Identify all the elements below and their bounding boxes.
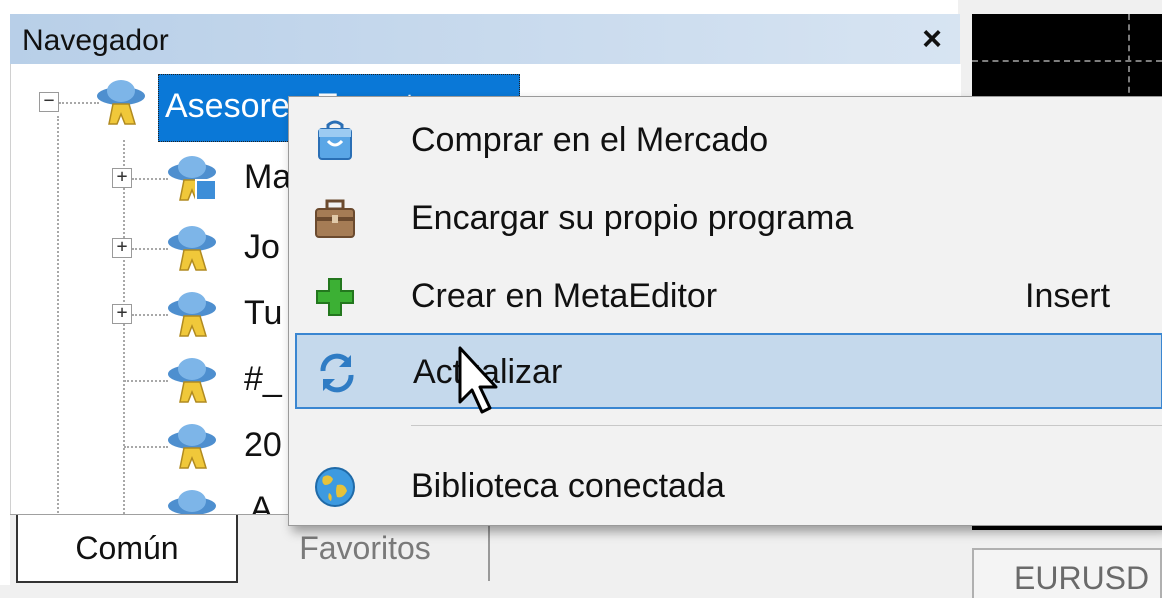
menu-item-label: Crear en MetaEditor (411, 277, 718, 315)
briefcase-icon (315, 199, 355, 238)
context-menu: Comprar en el Mercado Encargar su propio… (288, 96, 1162, 526)
tree-connector (132, 314, 168, 316)
tree-item-label: 20 (244, 426, 282, 464)
tree-connector (132, 248, 168, 250)
expert-advisor-icon (168, 292, 216, 337)
menu-item-encargar[interactable]: Encargar su propio programa (289, 181, 1162, 257)
collapse-icon[interactable]: − (39, 92, 59, 112)
shopping-bag-icon (318, 120, 352, 160)
chart-tabs: EURUSD (972, 548, 1162, 598)
expert-advisor-icon (168, 424, 216, 469)
refresh-icon (320, 353, 354, 393)
menu-item-label: Comprar en el Mercado (411, 121, 769, 159)
chart-gridline (972, 60, 1162, 62)
menu-separator (411, 425, 1162, 426)
tree-connector (132, 178, 168, 180)
tree-item-label: #_ (244, 360, 282, 398)
navigator-title: Navegador (22, 24, 169, 57)
menu-item-comprar[interactable]: Comprar en el Mercado (289, 103, 1162, 179)
menu-item-actualizar[interactable]: Actualizar (295, 333, 1162, 409)
expand-icon[interactable]: + (112, 238, 132, 258)
tab-comun[interactable]: Común (16, 515, 238, 583)
tab-chart-eurusd[interactable]: EURUSD (972, 548, 1162, 598)
tree-connector (124, 380, 168, 382)
tree-item-label: Tu (244, 294, 283, 332)
menu-item-biblioteca[interactable]: Biblioteca conectada (289, 449, 1162, 525)
menu-item-label: Biblioteca conectada (411, 467, 725, 505)
menu-item-label: Encargar su propio programa (411, 199, 854, 237)
close-icon[interactable]: × (922, 20, 942, 59)
market-advisor-icon (168, 156, 217, 201)
menu-item-crear-metaeditor[interactable]: Crear en MetaEditor Insert (289, 259, 1162, 335)
expert-advisor-icon (97, 80, 145, 125)
tree-item-label: A (250, 490, 273, 514)
tree-connector (59, 102, 99, 104)
navigator-titlebar: Navegador × (10, 14, 960, 65)
expert-advisor-icon (168, 358, 216, 403)
mouse-cursor-icon (458, 346, 498, 414)
expert-advisor-icon (168, 490, 216, 514)
tree-item-label: Ma (244, 158, 292, 196)
expert-advisor-icon (168, 226, 216, 271)
tree-connector (124, 446, 168, 448)
tree-item-label: Jo (244, 228, 280, 266)
expand-icon[interactable]: + (112, 168, 132, 188)
globe-icon (315, 467, 355, 507)
plus-icon (316, 278, 354, 316)
expand-icon[interactable]: + (112, 304, 132, 324)
tree-connector (57, 116, 59, 516)
menu-item-shortcut: Insert (1025, 277, 1111, 315)
tree-connector (123, 140, 125, 514)
